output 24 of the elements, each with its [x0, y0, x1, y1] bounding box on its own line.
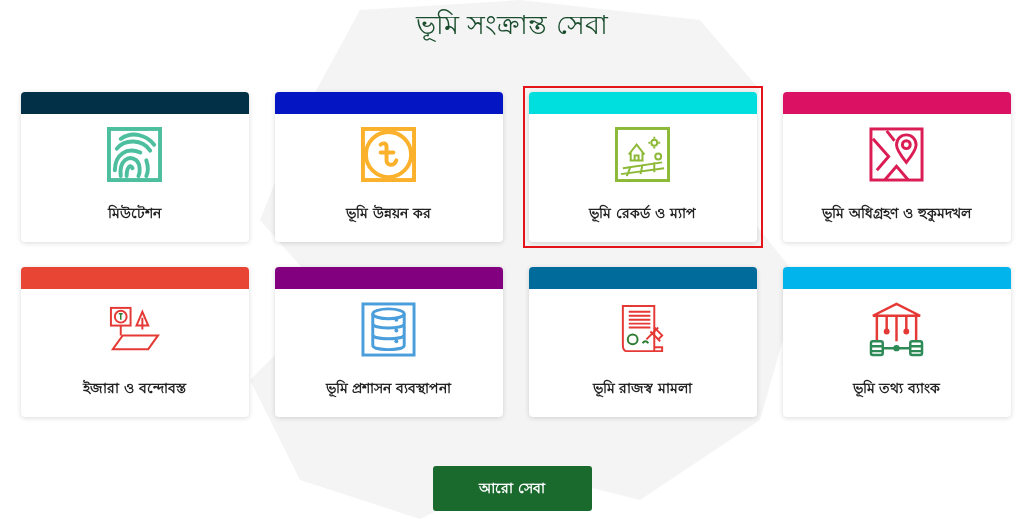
- map-pin-icon: [869, 127, 924, 182]
- taka-coin-icon: [361, 127, 416, 182]
- service-label: ইজারা ও বন্দোবস্ত: [83, 379, 186, 398]
- landscape-icon: [615, 127, 670, 182]
- service-card[interactable]: মিউটেশন: [14, 86, 255, 248]
- service-label: মিউটেশন: [108, 203, 161, 223]
- service-label: ভূমি প্রশাসন ব্যবস্থাপনা: [325, 378, 452, 399]
- service-card[interactable]: ভূমি উন্নয়ন কর: [268, 86, 509, 248]
- more-services-button[interactable]: আরো সেবা: [432, 466, 592, 511]
- service-label: ভূমি উন্নয়ন কর: [346, 203, 431, 224]
- service-label: ভূমি রাজস্ব মামলা: [592, 378, 693, 399]
- service-card[interactable]: ভূমি অধিগ্রহণ ও হুকুমদখল: [776, 86, 1017, 248]
- bank-network-icon: [869, 302, 924, 357]
- service-label: ভূমি রেকর্ড ও ম্যাপ: [589, 203, 696, 224]
- page-title: ভূমি সংক্রান্ত সেবা: [415, 8, 609, 44]
- database-icon: [361, 302, 416, 357]
- service-card[interactable]: ভূমি রেকর্ড ও ম্যাপ: [522, 86, 763, 248]
- service-label: ভূমি তথ্য ব্যাংক: [852, 378, 941, 399]
- service-card[interactable]: ভূমি তথ্য ব্যাংক: [776, 261, 1017, 423]
- service-card[interactable]: ইজারা ও বন্দোবস্ত: [14, 261, 255, 423]
- service-card[interactable]: ভূমি প্রশাসন ব্যবস্থাপনা: [268, 261, 509, 423]
- fingerprint-icon: [107, 127, 162, 182]
- service-card[interactable]: ভূমি রাজস্ব মামলা: [522, 261, 763, 423]
- service-label: ভূমি অধিগ্রহণ ও হুকুমদখল: [822, 203, 971, 224]
